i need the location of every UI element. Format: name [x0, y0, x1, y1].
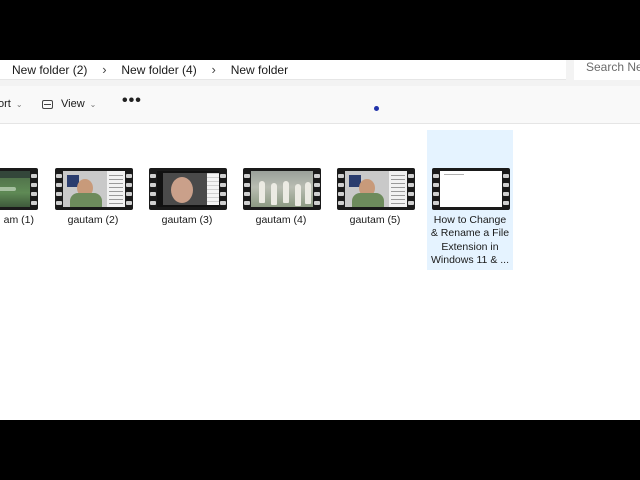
file-item[interactable]: gautam (2) [50, 130, 136, 270]
video-thumbnail [55, 168, 133, 210]
chevron-down-icon: ⌄ [89, 99, 97, 109]
command-bar: ort ⌄ View ⌄ ••• [0, 86, 640, 124]
film-perforation [126, 183, 132, 187]
film-perforation [244, 183, 250, 187]
file-name: gautam (2) [67, 214, 119, 226]
file-name: gautam (4) [255, 214, 307, 226]
film-perforation [244, 201, 250, 205]
film-perforation [433, 183, 439, 187]
film-perforation [150, 201, 156, 205]
breadcrumb-new-folder-2[interactable]: New folder (2) [0, 63, 93, 77]
chevron-right-icon: › [102, 62, 107, 77]
person-screen-thumbnail [345, 171, 407, 207]
mouse-cursor-icon [374, 106, 379, 111]
file-name: gautam (5) [349, 214, 401, 226]
film-perforation [314, 192, 320, 196]
film-perforation [31, 192, 37, 196]
file-name: How to Change & Rename a File Extension … [430, 214, 510, 266]
breadcrumb-new-folder-4[interactable]: New folder (4) [115, 63, 202, 77]
address-row: New folder (2) › New folder (4) › New fo… [0, 60, 640, 86]
address-bar[interactable]: New folder (2) › New folder (4) › New fo… [0, 60, 566, 80]
file-name: am (1) [3, 214, 34, 226]
breadcrumb-new-folder[interactable]: New folder [225, 63, 294, 77]
file-item-selected[interactable]: How to Change & Rename a File Extension … [427, 130, 513, 270]
film-perforation [150, 174, 156, 178]
cricket-players-thumbnail [251, 171, 313, 207]
film-perforation [408, 174, 414, 178]
view-label: View [61, 98, 85, 110]
film-perforation [408, 183, 414, 187]
film-perforation [338, 192, 344, 196]
film-perforation [150, 192, 156, 196]
film-perforation [408, 192, 414, 196]
film-perforation [31, 201, 37, 205]
film-perforation [314, 201, 320, 205]
film-perforation [126, 174, 132, 178]
film-perforation [126, 192, 132, 196]
film-perforation [56, 192, 62, 196]
film-perforation [338, 183, 344, 187]
film-perforation [408, 201, 414, 205]
view-button[interactable]: View ⌄ [42, 98, 96, 110]
film-perforation [244, 192, 250, 196]
letterbox-top [0, 0, 640, 60]
search-input[interactable]: Search New [574, 60, 640, 80]
person-screen-thumbnail [63, 171, 125, 207]
chevron-right-icon: › [211, 62, 216, 77]
film-perforation [503, 192, 509, 196]
video-thumbnail [149, 168, 227, 210]
video-thumbnail [0, 168, 38, 210]
file-item[interactable]: am (1) [0, 130, 41, 270]
letterbox-bottom [0, 420, 640, 480]
film-perforation [31, 174, 37, 178]
sort-label: ort [0, 98, 11, 110]
sort-button[interactable]: ort ⌄ [0, 98, 23, 110]
film-perforation [338, 174, 344, 178]
video-thumbnail [432, 168, 510, 210]
film-perforation [433, 201, 439, 205]
film-perforation [220, 174, 226, 178]
webcam-screen-thumbnail [157, 171, 219, 207]
film-perforation [56, 174, 62, 178]
film-perforation [220, 183, 226, 187]
film-perforation [244, 174, 250, 178]
file-explorer-window: New folder (2) › New folder (4) › New fo… [0, 60, 640, 420]
video-thumbnail [243, 168, 321, 210]
film-perforation [31, 183, 37, 187]
film-perforation [126, 201, 132, 205]
film-perforation [503, 174, 509, 178]
file-item[interactable]: gautam (3) [144, 130, 230, 270]
film-perforation [314, 183, 320, 187]
file-item[interactable]: gautam (5) [332, 130, 418, 270]
film-perforation [503, 183, 509, 187]
film-perforation [220, 192, 226, 196]
film-perforation [314, 174, 320, 178]
film-perforation [220, 201, 226, 205]
film-perforation [433, 174, 439, 178]
film-perforation [150, 183, 156, 187]
more-options-button[interactable]: ••• [122, 92, 142, 110]
film-perforation [433, 192, 439, 196]
film-perforation [338, 201, 344, 205]
video-thumbnail [337, 168, 415, 210]
chevron-down-icon: ⌄ [15, 99, 23, 109]
view-icon [42, 99, 53, 109]
cricket-broadcast-thumbnail [0, 171, 30, 207]
blank-document-thumbnail [440, 171, 502, 207]
film-perforation [56, 201, 62, 205]
film-perforation [503, 201, 509, 205]
file-name: gautam (3) [161, 214, 213, 226]
film-perforation [56, 183, 62, 187]
file-item[interactable]: gautam (4) [238, 130, 324, 270]
